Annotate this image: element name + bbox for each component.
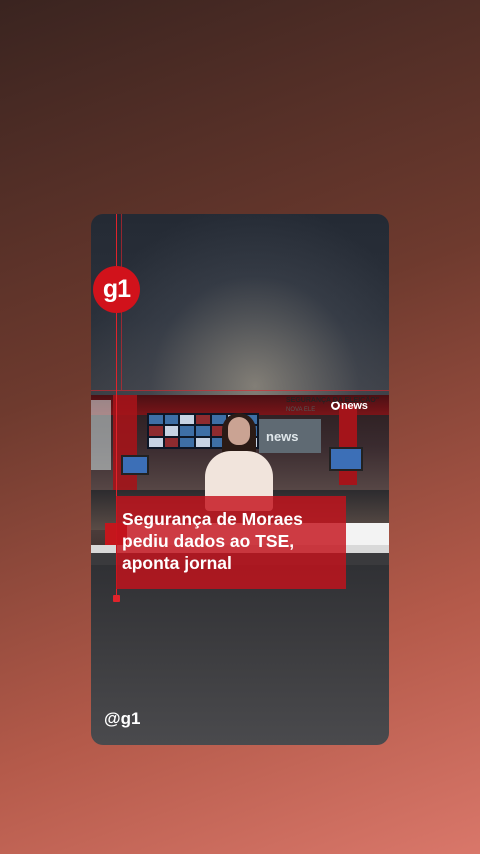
decorative-red-dot — [113, 595, 120, 602]
studio-red-panel-right — [339, 405, 357, 485]
studio-monitor-left — [121, 455, 149, 475]
studio-monitor-right — [329, 447, 363, 471]
anchor-face — [228, 417, 250, 445]
studio-wall-logo: news — [266, 429, 299, 444]
lower-third-title: SEGURANÇA DA ELEIÇÃO" — [286, 397, 380, 404]
lower-third-subtitle: NOVA ELE — [286, 407, 316, 413]
headline-text: Segurança de Moraes pediu dados ao TSE, … — [122, 509, 303, 573]
g1-logo[interactable]: g1 — [93, 266, 140, 313]
background-glow — [91, 214, 389, 395]
decorative-red-line-horizontal — [91, 390, 389, 391]
studio-windows — [91, 400, 111, 470]
account-handle[interactable]: @g1 — [104, 709, 140, 729]
